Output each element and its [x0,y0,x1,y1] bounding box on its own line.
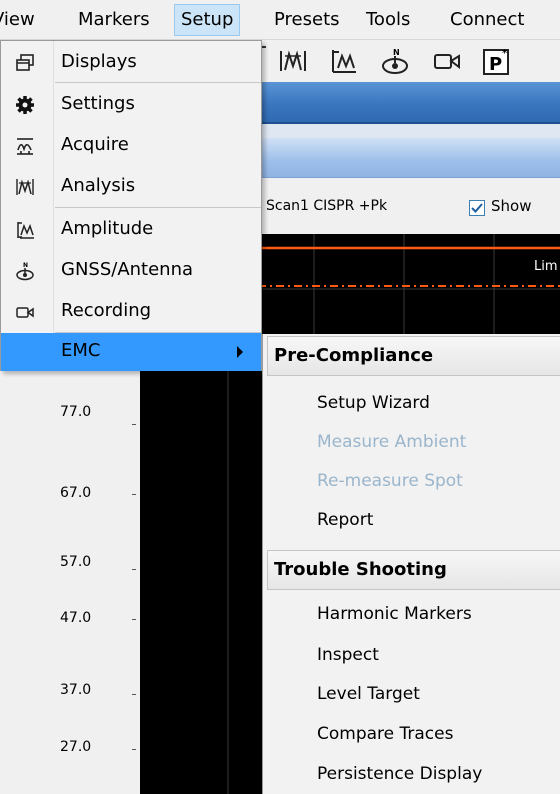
menu-item-label: Displays [61,51,137,72]
menu-item-persistence-display[interactable]: Persistence Display [317,764,482,784]
checkmark-icon [471,203,483,213]
menu-item-gnss-antenna[interactable]: N GNSS/Antenna [1,252,261,290]
y-axis-tick [132,424,136,425]
recording-icon [15,302,35,322]
menu-item-label: Amplitude [61,218,154,239]
svg-text:N: N [23,262,28,269]
menu-item-re-measure-spot[interactable]: Re-measure Spot [317,471,463,491]
y-axis-label: 27.0 [60,739,92,755]
amplitude-icon[interactable] [328,46,358,76]
menu-item-label: Acquire [61,134,129,155]
gnss-antenna-icon[interactable]: N [380,46,410,76]
emc-submenu: Pre-Compliance Setup Wizard Measure Ambi… [262,334,560,794]
gear-icon [15,95,35,115]
menu-item-settings[interactable]: Settings [1,86,261,124]
menu-item-compare-traces[interactable]: Compare Traces [317,724,453,744]
limit-label: Lim [534,259,558,274]
preset-p-icon[interactable]: P * [482,46,512,76]
plot-area-left [140,344,266,794]
menu-item-amplitude[interactable]: Amplitude [1,211,261,249]
trace-info-row: Scan1 CISPR +Pk Show [258,178,560,234]
menu-item-setup-wizard[interactable]: Setup Wizard [317,393,430,413]
y-axis-tick [132,494,136,495]
analysis-icon[interactable] [278,46,308,76]
menu-view[interactable]: View [0,4,41,36]
svg-text:N: N [393,48,400,57]
amplitude-icon [15,220,35,240]
menu-setup[interactable]: Setup [174,4,241,36]
plot-area-top: Lim [258,234,560,334]
menu-item-measure-ambient[interactable]: Measure Ambient [317,432,466,452]
menu-item-label: EMC [61,340,101,361]
menu-item-emc[interactable]: EMC [1,333,261,371]
y-axis: 77.0 67.0 57.0 47.0 37.0 27.0 [0,344,140,794]
menu-item-label: Settings [61,93,135,114]
setup-dropdown-menu: Displays Settings Acquire Analysis Ampli… [0,40,262,371]
y-axis-tick [132,694,136,695]
menu-tools[interactable]: Tools [360,4,416,36]
section-header-trouble-shooting: Trouble Shooting [267,550,560,590]
y-axis-label: 77.0 [60,404,92,420]
y-axis-label: 37.0 [60,682,92,698]
menu-item-label: GNSS/Antenna [61,259,194,280]
menu-item-inspect[interactable]: Inspect [317,645,379,665]
toolbar: N P * [258,40,560,82]
menu-item-label: Recording [61,300,152,321]
y-axis-tick [132,619,136,620]
panel-header-blue [258,138,560,178]
svg-text:*: * [502,48,508,59]
menu-markers[interactable]: Markers [72,4,156,36]
menu-item-acquire[interactable]: Acquire [1,127,261,165]
menu-item-recording[interactable]: Recording [1,293,261,331]
recording-icon[interactable] [432,46,462,76]
scan-label: Scan1 CISPR +Pk [266,198,388,214]
gnss-antenna-icon: N [15,261,35,281]
title-bar-blue [258,82,560,124]
menu-bar: View Markers Setup Presets Tools Connect [0,0,560,40]
menu-separator [55,207,261,208]
y-axis-label: 67.0 [60,485,92,501]
show-checkbox[interactable] [469,200,485,216]
y-axis-label: 57.0 [60,554,92,570]
menu-presets[interactable]: Presets [268,4,346,36]
plot-grid [258,234,560,334]
menu-item-report[interactable]: Report [317,510,373,530]
section-header-pre-compliance: Pre-Compliance [267,336,560,376]
title-bar-gap [258,124,560,138]
submenu-arrow-icon [237,346,243,358]
y-axis-tick [132,749,136,750]
y-axis-label: 47.0 [60,610,92,626]
menu-item-displays[interactable]: Displays [1,44,261,82]
menu-item-analysis[interactable]: Analysis [1,168,261,206]
menu-connect[interactable]: Connect [444,4,530,36]
menu-item-level-target[interactable]: Level Target [317,684,420,704]
menu-item-harmonic-markers[interactable]: Harmonic Markers [317,604,472,624]
svg-text:P: P [489,54,502,75]
menu-item-label: Analysis [61,175,136,196]
menu-separator [55,82,261,83]
displays-icon [15,53,35,73]
y-axis-tick [132,569,136,570]
show-label: Show [491,197,532,215]
acquire-icon [15,136,35,156]
analysis-icon [15,177,35,197]
